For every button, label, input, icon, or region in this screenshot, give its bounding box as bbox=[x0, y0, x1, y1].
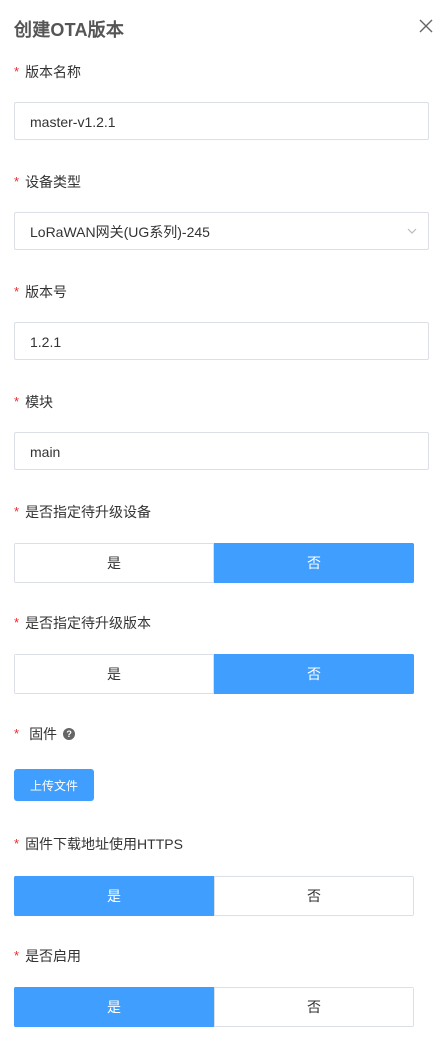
dialog-title: 创建OTA版本 bbox=[14, 20, 125, 40]
specify-version-toggle: 是 否 bbox=[14, 654, 414, 694]
required-mark: * bbox=[14, 64, 20, 79]
specify-version-no[interactable]: 否 bbox=[214, 654, 414, 694]
enabled-yes[interactable]: 是 bbox=[14, 987, 214, 1027]
module-input[interactable]: main bbox=[14, 432, 429, 470]
required-mark: * bbox=[14, 504, 20, 519]
required-mark: * bbox=[14, 284, 20, 299]
specify-version-label-row: * 是否指定待升级版本 bbox=[14, 613, 429, 633]
version-number-input[interactable]: 1.2.1 bbox=[14, 322, 429, 360]
specify-version-yes[interactable]: 是 bbox=[14, 654, 214, 694]
device-type-value[interactable]: LoRaWAN网关(UG系列)-245 bbox=[14, 212, 429, 250]
required-mark: * bbox=[14, 615, 20, 630]
module-label-row: * 模块 bbox=[14, 392, 429, 412]
specify-devices-yes[interactable]: 是 bbox=[14, 543, 214, 583]
version-name-input[interactable]: master-v1.2.1 bbox=[14, 102, 429, 140]
specify-version-label: 是否指定待升级版本 bbox=[25, 615, 152, 631]
specify-devices-toggle: 是 否 bbox=[14, 543, 414, 583]
specify-devices-label-row: * 是否指定待升级设备 bbox=[14, 502, 429, 522]
enabled-label: 是否启用 bbox=[25, 948, 82, 964]
firmware-label: 固件 bbox=[29, 726, 58, 742]
device-type-label-row: * 设备类型 bbox=[14, 172, 429, 192]
version-number-label: 版本号 bbox=[25, 284, 68, 300]
specify-devices-no[interactable]: 否 bbox=[214, 543, 414, 583]
create-ota-dialog: 创建OTA版本 * 版本名称 master-v1.2.1 * 设备类型 LoRaWA… bbox=[0, 0, 448, 1043]
required-mark: * bbox=[14, 394, 20, 409]
https-download-label: 固件下载地址使用HTTPS bbox=[25, 836, 183, 852]
https-download-toggle: 是 否 bbox=[14, 876, 414, 916]
https-download-label-row: * 固件下载地址使用HTTPS bbox=[14, 834, 429, 854]
specify-devices-label: 是否指定待升级设备 bbox=[25, 504, 152, 520]
version-number-label-row: * 版本号 bbox=[14, 282, 429, 302]
required-mark: * bbox=[14, 948, 20, 963]
enabled-toggle: 是 否 bbox=[14, 987, 414, 1027]
dialog-header: 创建OTA版本 bbox=[14, 16, 448, 44]
https-download-yes[interactable]: 是 bbox=[14, 876, 214, 916]
version-name-label: 版本名称 bbox=[25, 64, 82, 80]
required-mark: * bbox=[14, 836, 20, 851]
version-name-label-row: * 版本名称 bbox=[14, 62, 429, 82]
firmware-label-row: * 固件? bbox=[14, 724, 429, 744]
chevron-down-icon bbox=[407, 228, 417, 234]
required-mark: * bbox=[14, 726, 20, 741]
enabled-no[interactable]: 否 bbox=[214, 987, 414, 1027]
close-icon[interactable] bbox=[418, 18, 434, 34]
question-circle-icon[interactable]: ? bbox=[63, 728, 76, 740]
enabled-label-row: * 是否启用 bbox=[14, 946, 429, 966]
upload-file-button[interactable]: 上传文件 bbox=[14, 769, 94, 801]
required-mark: * bbox=[14, 174, 20, 189]
device-type-select[interactable]: LoRaWAN网关(UG系列)-245 bbox=[14, 212, 429, 252]
module-label: 模块 bbox=[25, 394, 54, 410]
https-download-no[interactable]: 否 bbox=[214, 876, 414, 916]
device-type-label: 设备类型 bbox=[25, 174, 82, 190]
